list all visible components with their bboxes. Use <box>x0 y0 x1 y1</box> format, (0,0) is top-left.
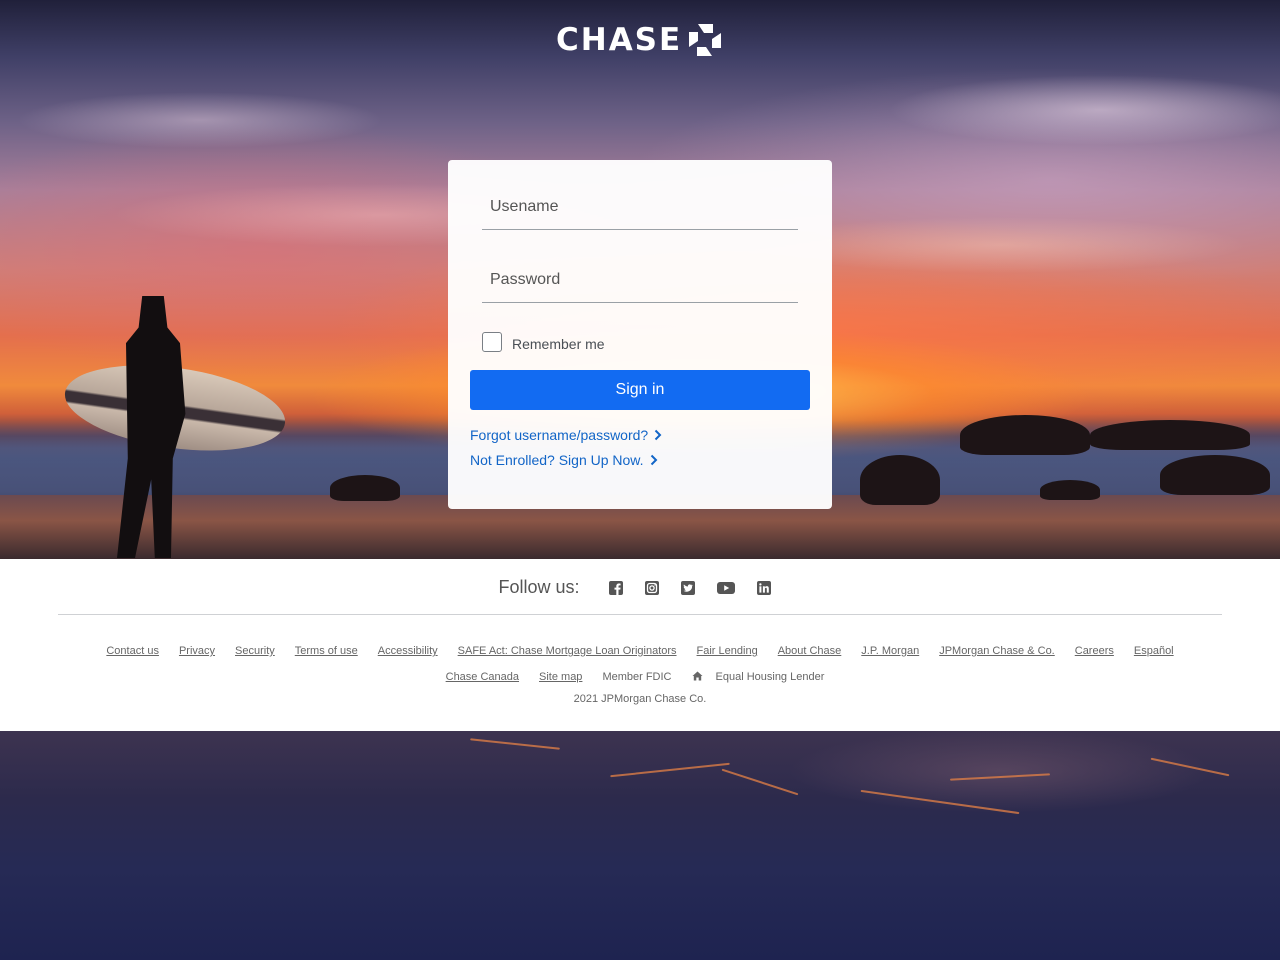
footer-link-jp-morgan[interactable]: J.P. Morgan <box>861 645 919 657</box>
house-icon <box>692 671 702 681</box>
wave-streak <box>721 768 799 796</box>
footer-link-site-map[interactable]: Site map <box>539 671 582 683</box>
footer-link-fair-lending[interactable]: Fair Lending <box>697 645 758 657</box>
footer-link-espanol[interactable]: Español <box>1134 645 1174 657</box>
follow-us-label: Follow us: <box>498 577 580 597</box>
youtube-icon[interactable] <box>716 581 735 595</box>
footer-link-about-chase[interactable]: About Chase <box>778 645 842 657</box>
wave-streak <box>1150 757 1230 777</box>
equal-housing-label: Equal Housing Lender <box>715 671 825 683</box>
twitter-icon[interactable] <box>680 580 695 595</box>
footer-link-terms[interactable]: Terms of use <box>295 645 358 657</box>
footer-link-accessibility[interactable]: Accessibility <box>378 645 438 657</box>
instagram-icon[interactable] <box>644 580 659 595</box>
linkedin-icon[interactable] <box>756 580 771 595</box>
chase-logo[interactable]: CHASE <box>556 22 722 58</box>
copyright: 2021 JPMorgan Chase Co. <box>573 693 707 705</box>
footer-link-careers[interactable]: Careers <box>1075 645 1114 657</box>
follow-us: Follow us: <box>0 577 1280 598</box>
remember-me-checkbox[interactable] <box>482 332 502 352</box>
footer-link-security[interactable]: Security <box>235 645 275 657</box>
rock <box>960 415 1090 455</box>
footer: Follow us: Contact us Privacy Security T… <box>0 559 1280 731</box>
password-input[interactable] <box>482 257 798 303</box>
wave-streak <box>470 738 560 750</box>
chase-octagon-icon <box>689 24 722 56</box>
enroll-link[interactable]: Not Enrolled? Sign Up Now. <box>470 452 658 468</box>
sign-in-button[interactable]: Sign in <box>470 370 810 410</box>
wave-streak <box>950 773 1050 781</box>
footer-link-safe-act[interactable]: SAFE Act: Chase Mortgage Loan Originator… <box>458 645 677 657</box>
footer-link-privacy[interactable]: Privacy <box>179 645 215 657</box>
remember-me-label: Remember me <box>512 335 605 352</box>
enroll-label: Not Enrolled? Sign Up Now. <box>470 452 644 468</box>
forgot-credentials-link[interactable]: Forgot username/password? <box>470 427 662 443</box>
rock <box>1040 480 1100 500</box>
rock <box>1160 455 1270 495</box>
login-card: Remember me Sign in Forgot username/pass… <box>448 160 832 509</box>
member-fdic: Member FDIC <box>602 671 672 683</box>
wave-streak <box>610 762 730 778</box>
rock <box>330 475 400 501</box>
footer-links-secondary: Chase Canada Site map Member FDIC Equal … <box>0 671 1280 683</box>
footer-divider <box>58 614 1222 615</box>
footer-link-chase-canada[interactable]: Chase Canada <box>446 671 519 683</box>
forgot-credentials-label: Forgot username/password? <box>470 427 649 443</box>
rock <box>860 455 940 505</box>
facebook-icon[interactable] <box>608 580 623 595</box>
rock <box>1090 420 1250 450</box>
chevron-right-icon <box>650 454 657 466</box>
background-beach-reflection <box>0 731 1280 960</box>
footer-link-contact-us[interactable]: Contact us <box>106 645 159 657</box>
wave-streak <box>860 789 1020 815</box>
remember-me: Remember me <box>482 332 605 352</box>
username-input[interactable] <box>482 184 798 230</box>
brand-name: CHASE <box>556 22 683 58</box>
equal-housing: Equal Housing Lender <box>692 671 835 683</box>
footer-link-jpmorgan-chase-co[interactable]: JPMorgan Chase & Co. <box>939 645 1055 657</box>
footer-links-primary: Contact us Privacy Security Terms of use… <box>0 645 1280 657</box>
chevron-right-icon <box>654 429 662 441</box>
